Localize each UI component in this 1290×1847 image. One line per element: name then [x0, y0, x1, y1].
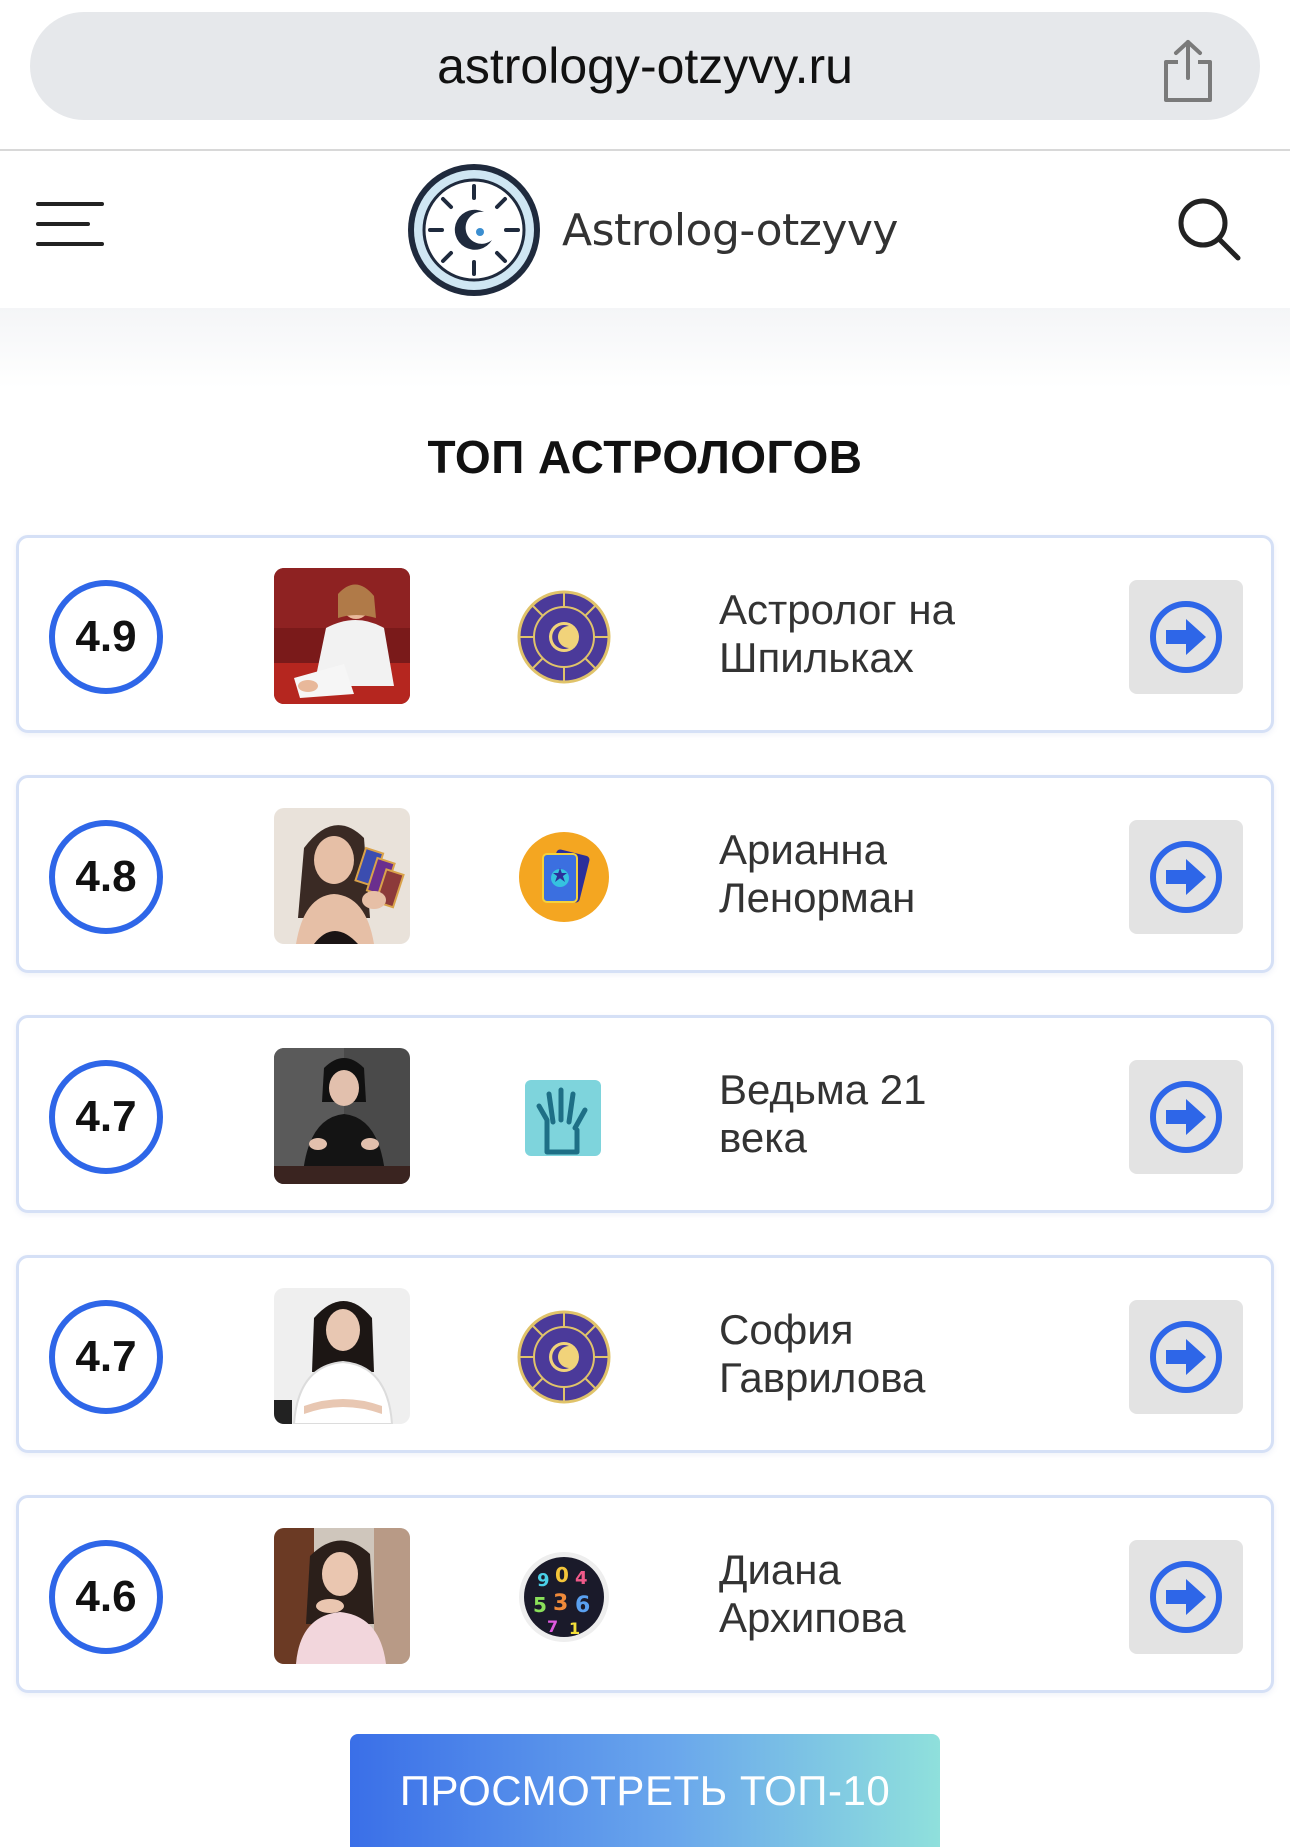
open-profile-button[interactable] [1129, 1060, 1243, 1174]
svg-text:5: 5 [533, 1593, 547, 1617]
arrow-right-circle-icon [1150, 1081, 1222, 1153]
astrologer-photo[interactable] [274, 1048, 410, 1184]
astrologer-card[interactable]: 4.7 Ведьма 21 века [16, 1015, 1274, 1213]
open-profile-button[interactable] [1129, 820, 1243, 934]
browser-toolbar: astrology-otzyvy.ru [0, 0, 1290, 151]
open-profile-button[interactable] [1129, 1540, 1243, 1654]
arrow-right-circle-icon [1150, 601, 1222, 673]
palm-reading-icon [525, 1080, 601, 1156]
astrologer-name[interactable]: Астролог на Шпильках [719, 586, 1019, 682]
site-header: Astrolog-otzyvy [0, 152, 1290, 308]
arrow-right-circle-icon [1150, 1321, 1222, 1393]
svg-text:4: 4 [575, 1568, 588, 1589]
url-text[interactable]: astrology-otzyvy.ru [30, 12, 1260, 120]
header-shadow [0, 308, 1290, 388]
astrologer-name[interactable]: Диана Архипова [719, 1546, 1019, 1642]
logo-text: Astrolog-otzyvy [562, 204, 898, 256]
tarot-cards-icon [519, 832, 609, 922]
address-bar[interactable]: astrology-otzyvy.ru [30, 12, 1260, 120]
svg-text:1: 1 [569, 1619, 580, 1638]
astrologer-card[interactable]: 4.7 София Гаврилова [16, 1255, 1274, 1453]
search-icon[interactable] [1174, 194, 1244, 264]
astrologer-photo[interactable] [274, 1288, 410, 1424]
rating-badge: 4.6 [49, 1540, 163, 1654]
rating-badge: 4.7 [49, 1300, 163, 1414]
zodiac-wheel-icon [517, 1310, 611, 1404]
astrologer-photo[interactable] [274, 808, 410, 944]
section-title: ТОП АСТРОЛОГОВ [427, 431, 863, 483]
astrologer-name[interactable]: Арианна Ленорман [719, 826, 1019, 922]
svg-text:6: 6 [575, 1593, 590, 1618]
svg-text:0: 0 [555, 1563, 569, 1587]
astrologer-photo[interactable] [274, 1528, 410, 1664]
arrow-right-circle-icon [1150, 1561, 1222, 1633]
astrologer-list: 4.9 Астролог на Шпильках 4.8 Арианна Лен… [16, 535, 1274, 1735]
moon-sun-logo-icon [408, 164, 540, 296]
astrologer-card[interactable]: 4.6 9 0 4 5 3 6 7 1 Диана Архипова [16, 1495, 1274, 1693]
open-profile-button[interactable] [1129, 1300, 1243, 1414]
open-profile-button[interactable] [1129, 580, 1243, 694]
rating-badge: 4.7 [49, 1060, 163, 1174]
rating-badge: 4.8 [49, 820, 163, 934]
arrow-right-circle-icon [1150, 841, 1222, 913]
astrologer-name[interactable]: Ведьма 21 века [719, 1066, 1019, 1162]
site-logo[interactable]: Astrolog-otzyvy [404, 160, 898, 300]
menu-icon[interactable] [36, 196, 108, 252]
rating-badge: 4.9 [49, 580, 163, 694]
astrologer-card[interactable]: 4.9 Астролог на Шпильках [16, 535, 1274, 733]
astrologer-photo[interactable] [274, 568, 410, 704]
svg-text:3: 3 [553, 1591, 568, 1616]
share-icon[interactable] [1158, 38, 1218, 104]
svg-text:9: 9 [537, 1570, 550, 1591]
zodiac-wheel-icon [517, 590, 611, 684]
astrologer-name[interactable]: София Гаврилова [719, 1306, 1019, 1402]
svg-text:7: 7 [547, 1617, 558, 1636]
numerology-icon: 9 0 4 5 3 6 7 1 [519, 1552, 609, 1642]
astrologer-card[interactable]: 4.8 Арианна Ленорман [16, 775, 1274, 973]
view-top-10-button[interactable]: ПРОСМОТРЕТЬ ТОП-10 [350, 1734, 940, 1847]
